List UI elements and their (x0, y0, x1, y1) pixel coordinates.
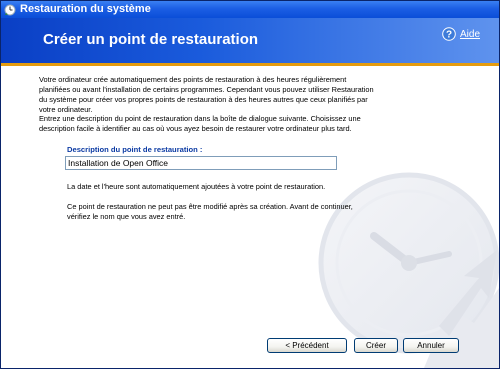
help-link-label[interactable]: Aide (460, 29, 480, 40)
cancel-button[interactable]: Annuler (403, 338, 459, 353)
intro-paragraph: Votre ordinateur crée automatiquement de… (39, 75, 374, 114)
help-icon: ? (442, 27, 456, 41)
wizard-content: Votre ordinateur crée automatiquement de… (1, 66, 499, 368)
page-title: Créer un point de restauration (43, 31, 259, 48)
svg-text:?: ? (446, 30, 452, 41)
system-restore-window: Restauration du système Créer un point d… (0, 0, 500, 369)
description-label: Description du point de restauration : (67, 145, 203, 154)
description-input[interactable]: Installation de Open Office (65, 156, 337, 170)
previous-button[interactable]: < Précédent (267, 338, 347, 353)
datetime-note: La date et l'heure sont automatiquement … (67, 182, 326, 191)
title-bar[interactable]: Restauration du système (1, 1, 499, 18)
system-restore-icon (4, 4, 16, 15)
wizard-header: Créer un point de restauration ? Aide (1, 18, 499, 63)
warning-note: Ce point de restauration ne peut pas êtr… (67, 202, 353, 221)
window-title: Restauration du système (20, 3, 151, 15)
instruction-paragraph: Entrez une description du point de resta… (39, 114, 361, 133)
help-link[interactable]: ? Aide (442, 27, 480, 41)
create-button[interactable]: Créer (354, 338, 398, 353)
